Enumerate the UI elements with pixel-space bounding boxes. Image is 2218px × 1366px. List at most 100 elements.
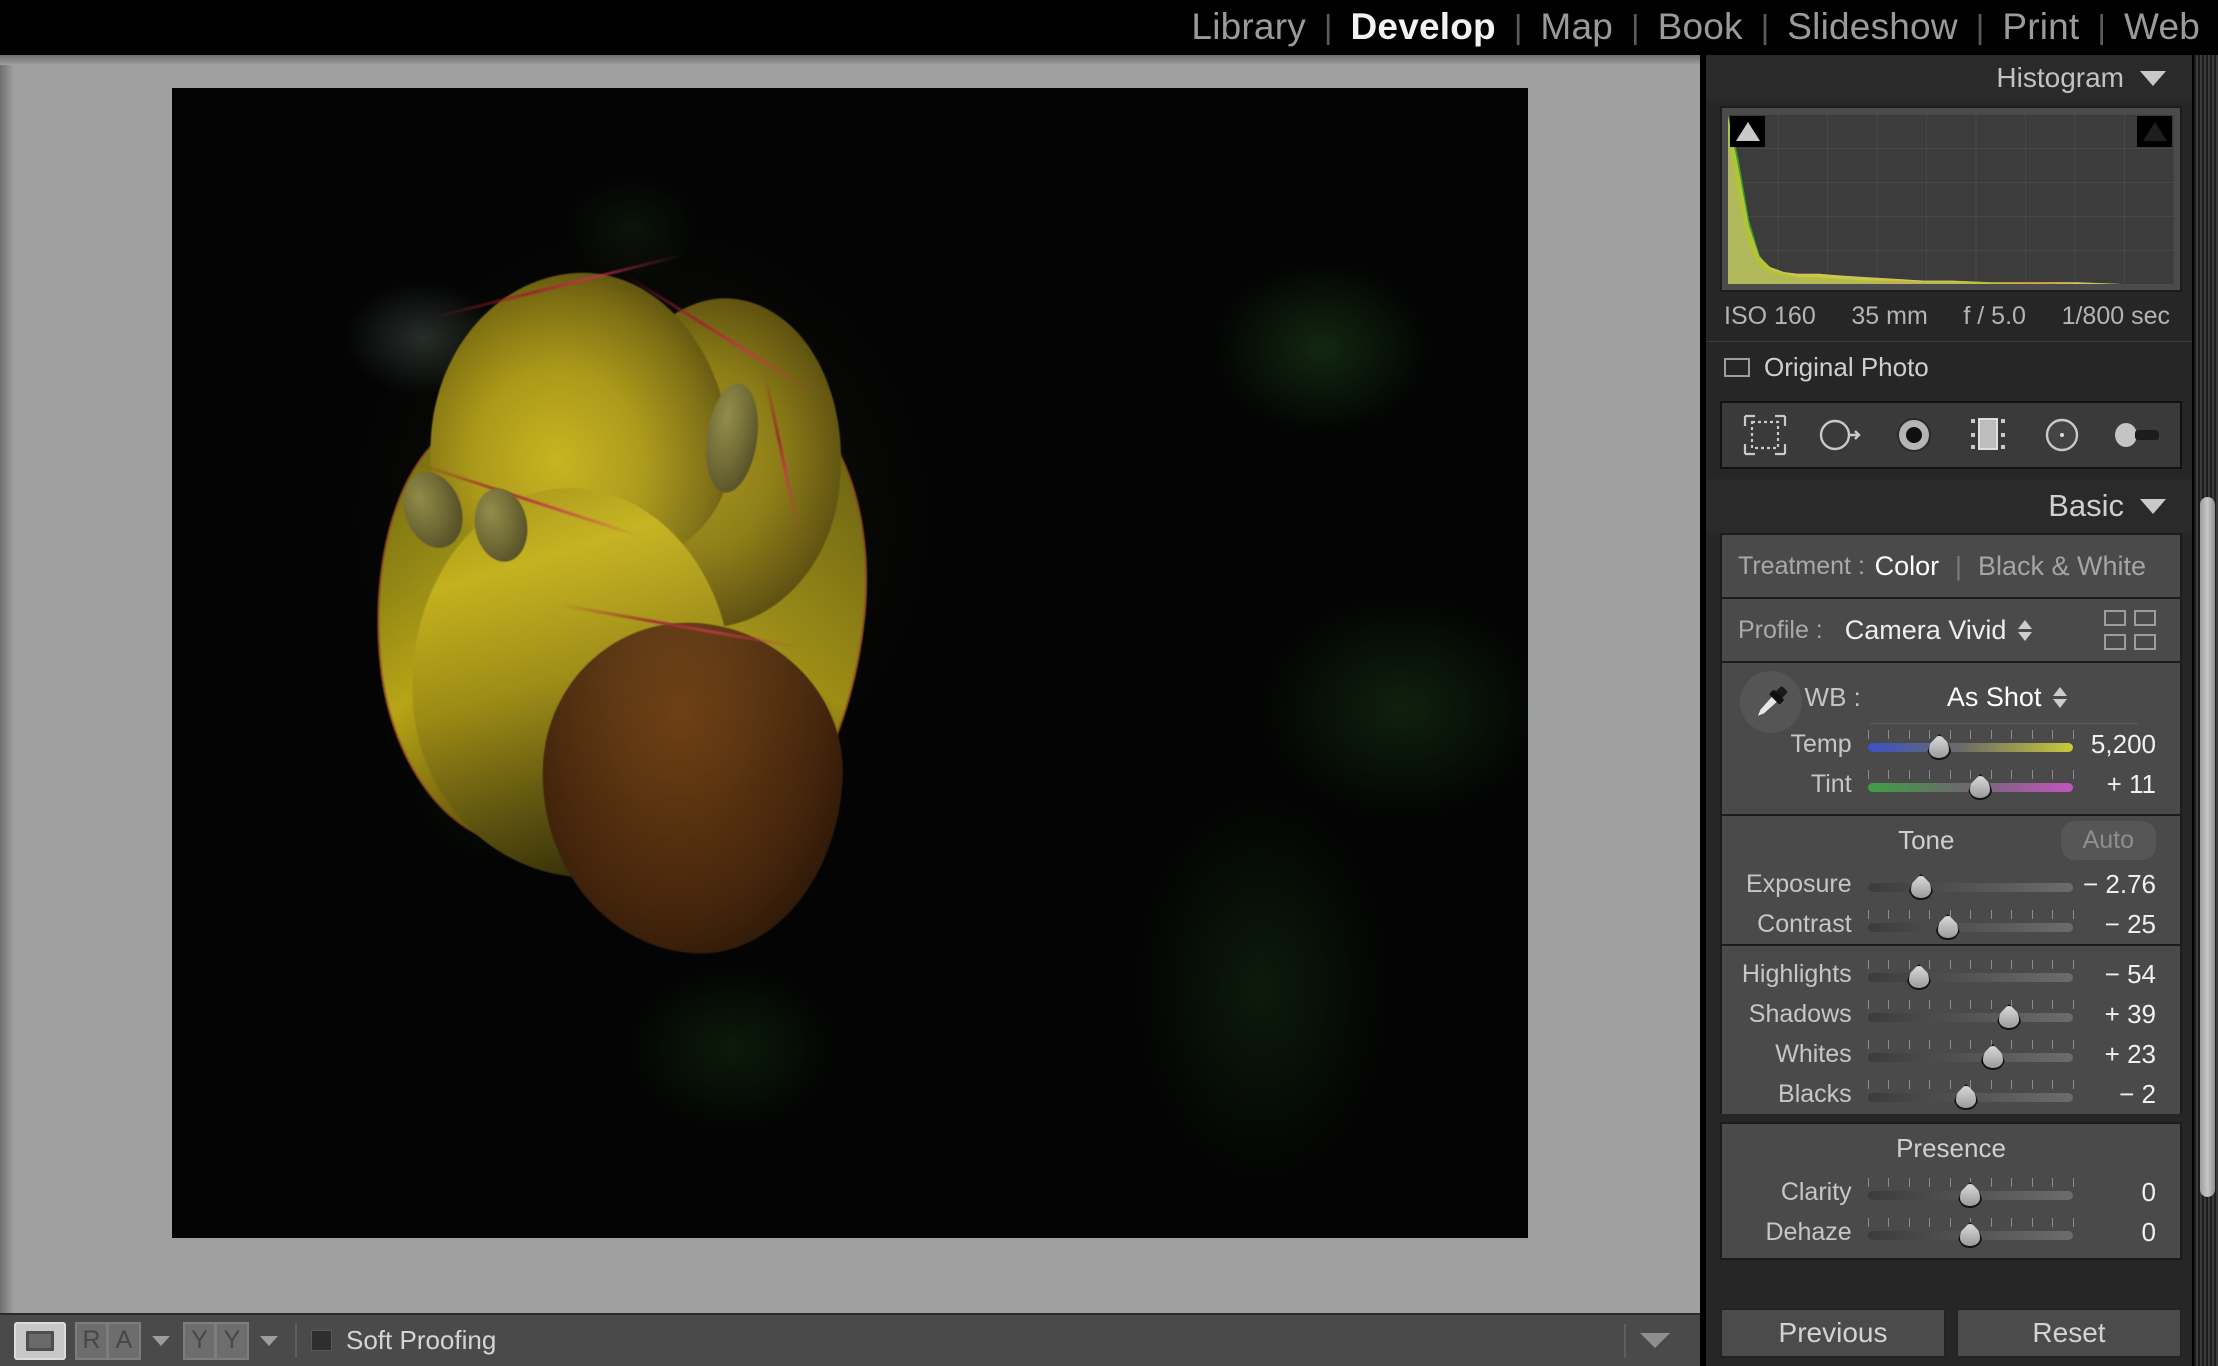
white-balance-group: WB : As Shot Temp 5,200 Tint + 11 (1720, 661, 2182, 814)
slider-value-temp[interactable]: 5,200 (2073, 729, 2180, 760)
slider-track-shadows[interactable] (1867, 1000, 2074, 1030)
before-after-button[interactable]: R A (75, 1321, 141, 1360)
white-balance-selector-eyedropper-icon[interactable] (1740, 671, 1802, 733)
compare-view-button[interactable]: Y Y (183, 1321, 249, 1360)
slider-value-whites[interactable]: + 23 (2073, 1039, 2180, 1070)
slider-value-highlights[interactable]: − 54 (2073, 959, 2180, 990)
slider-row-shadows: Shadows + 39 (1722, 994, 2180, 1034)
slider-track-whites[interactable] (1867, 1040, 2074, 1070)
slider-ticks (1867, 770, 2074, 779)
spot-removal-tool-icon[interactable] (1813, 412, 1865, 458)
tone-title-row: Tone Auto (1722, 816, 2180, 864)
auto-tone-button[interactable]: Auto (2060, 820, 2156, 860)
histogram-series-red (1728, 120, 2174, 284)
triangle-up-icon (2142, 122, 2167, 141)
slider-track-highlights[interactable] (1867, 960, 2074, 990)
slider-track-contrast[interactable] (1867, 910, 2074, 940)
basic-collapse-chevron-icon[interactable] (2140, 498, 2166, 514)
slider-track-clarity[interactable] (1867, 1178, 2074, 1208)
develop-tool-strip (1720, 401, 2182, 469)
tone-group: Tone Auto Exposure − 2.76 Contrast − 25 (1720, 814, 2182, 944)
exif-shutter-speed: 1/800 sec (2061, 302, 2170, 330)
module-separator: | (1760, 8, 1770, 45)
histogram-panel-header[interactable]: Histogram (1706, 55, 2192, 101)
slider-row-contrast: Contrast − 25 (1722, 904, 2180, 944)
slider-value-shadows[interactable]: + 39 (2073, 999, 2180, 1030)
slider-value-clarity[interactable]: 0 (2073, 1177, 2180, 1208)
slider-value-tint[interactable]: + 11 (2073, 769, 2180, 800)
histogram-chart[interactable] (1728, 114, 2174, 284)
slider-ticks (1867, 1040, 2074, 1049)
crop-overlay-tool-icon[interactable] (1739, 412, 1791, 458)
slider-row-blacks: Blacks − 2 (1722, 1074, 2180, 1114)
slider-bar (1867, 1053, 2073, 1062)
photo-preview[interactable] (172, 88, 1528, 1238)
slider-label-exposure: Exposure (1746, 869, 1852, 898)
loupe-view-button[interactable] (14, 1321, 66, 1360)
slider-track-tint[interactable] (1867, 770, 2074, 800)
profile-value[interactable]: Camera Vivid (1845, 615, 2007, 646)
module-web[interactable]: Web (2106, 0, 2218, 53)
wb-stepper-icon[interactable] (2053, 686, 2068, 708)
basic-panel-header[interactable]: Basic (1706, 479, 2192, 533)
presence-title: Presence (1896, 1132, 2006, 1163)
adjustment-brush-tool-icon[interactable] (2111, 412, 2163, 458)
triangle-up-icon (2053, 686, 2068, 696)
triangle-down-icon (2018, 631, 2033, 641)
profile-stepper-icon[interactable] (2018, 619, 2033, 641)
right-side-panel: Histogram ISO 160 35 mm f / 5.0 1/800 se… (1702, 55, 2196, 1366)
right-panel-scrollbar-thumb[interactable] (2200, 497, 2215, 1197)
slider-track-dehaze[interactable] (1867, 1218, 2074, 1248)
module-map[interactable]: Map (1522, 0, 1631, 53)
slider-track-blacks[interactable] (1867, 1080, 2074, 1110)
profile-browser-grid-icon[interactable] (2104, 610, 2156, 650)
slider-ticks (1867, 910, 2074, 919)
treatment-separator: | (1955, 550, 1962, 581)
module-develop[interactable]: Develop (1333, 0, 1514, 53)
slider-ticks (1867, 730, 2074, 739)
compare-left-label: Y (183, 1321, 216, 1360)
slider-bar (1867, 883, 2073, 892)
slider-track-exposure[interactable] (1867, 870, 2073, 900)
slider-track-temp[interactable] (1867, 730, 2074, 760)
wb-value[interactable]: As Shot (1947, 682, 2042, 713)
slider-row-highlights: Highlights − 54 (1722, 954, 2180, 994)
module-print[interactable]: Print (1984, 0, 2097, 53)
radial-filter-tool-icon[interactable] (2036, 412, 2088, 458)
slider-value-blacks[interactable]: − 2 (2073, 1079, 2180, 1110)
treatment-color-option[interactable]: Color (1875, 551, 1940, 582)
exif-aperture: f / 5.0 (1963, 302, 2026, 330)
presence-title-row: Presence (1722, 1124, 2180, 1172)
module-library[interactable]: Library (1173, 0, 1324, 53)
slider-value-exposure[interactable]: − 2.76 (2073, 869, 2180, 900)
treatment-bw-option[interactable]: Black & White (1978, 551, 2146, 582)
module-book[interactable]: Book (1640, 0, 1761, 53)
slider-row-whites: Whites + 23 (1722, 1034, 2180, 1074)
slider-knob-exposure[interactable] (1908, 874, 1933, 900)
before-after-chevron-down-icon[interactable] (152, 1335, 170, 1346)
module-separator: | (1975, 8, 1985, 45)
grid-cell (2134, 610, 2156, 626)
module-separator: | (1513, 8, 1523, 45)
reset-button[interactable]: Reset (1956, 1308, 2182, 1358)
soft-proofing-checkbox[interactable] (311, 1330, 332, 1351)
original-photo-row[interactable]: Original Photo (1706, 342, 2192, 395)
slider-row-temp: Temp 5,200 (1722, 724, 2180, 764)
red-eye-correction-tool-icon[interactable] (1888, 412, 1940, 458)
toolbar-options-chevron-down-icon[interactable] (1640, 1333, 1670, 1348)
histogram-collapse-chevron-icon[interactable] (2140, 70, 2166, 86)
histogram-series-green (1728, 114, 2174, 284)
slider-value-contrast[interactable]: − 25 (2073, 909, 2180, 940)
graduated-filter-tool-icon[interactable] (1962, 412, 2014, 458)
module-slideshow[interactable]: Slideshow (1769, 0, 1975, 53)
profile-row: Profile : Camera Vivid (1722, 599, 2180, 661)
slider-bar (1867, 743, 2073, 752)
wb-block: WB : As Shot Temp 5,200 Tint + 11 (1722, 663, 2180, 814)
compare-chevron-down-icon[interactable] (260, 1335, 278, 1346)
previous-button[interactable]: Previous (1720, 1308, 1946, 1358)
shadow-clipping-indicator[interactable] (1730, 116, 1765, 147)
exif-info-row: ISO 160 35 mm f / 5.0 1/800 sec (1706, 292, 2192, 342)
original-photo-checkbox-icon[interactable] (1724, 358, 1750, 377)
highlight-clipping-indicator[interactable] (2137, 116, 2172, 147)
slider-value-dehaze[interactable]: 0 (2073, 1217, 2180, 1248)
